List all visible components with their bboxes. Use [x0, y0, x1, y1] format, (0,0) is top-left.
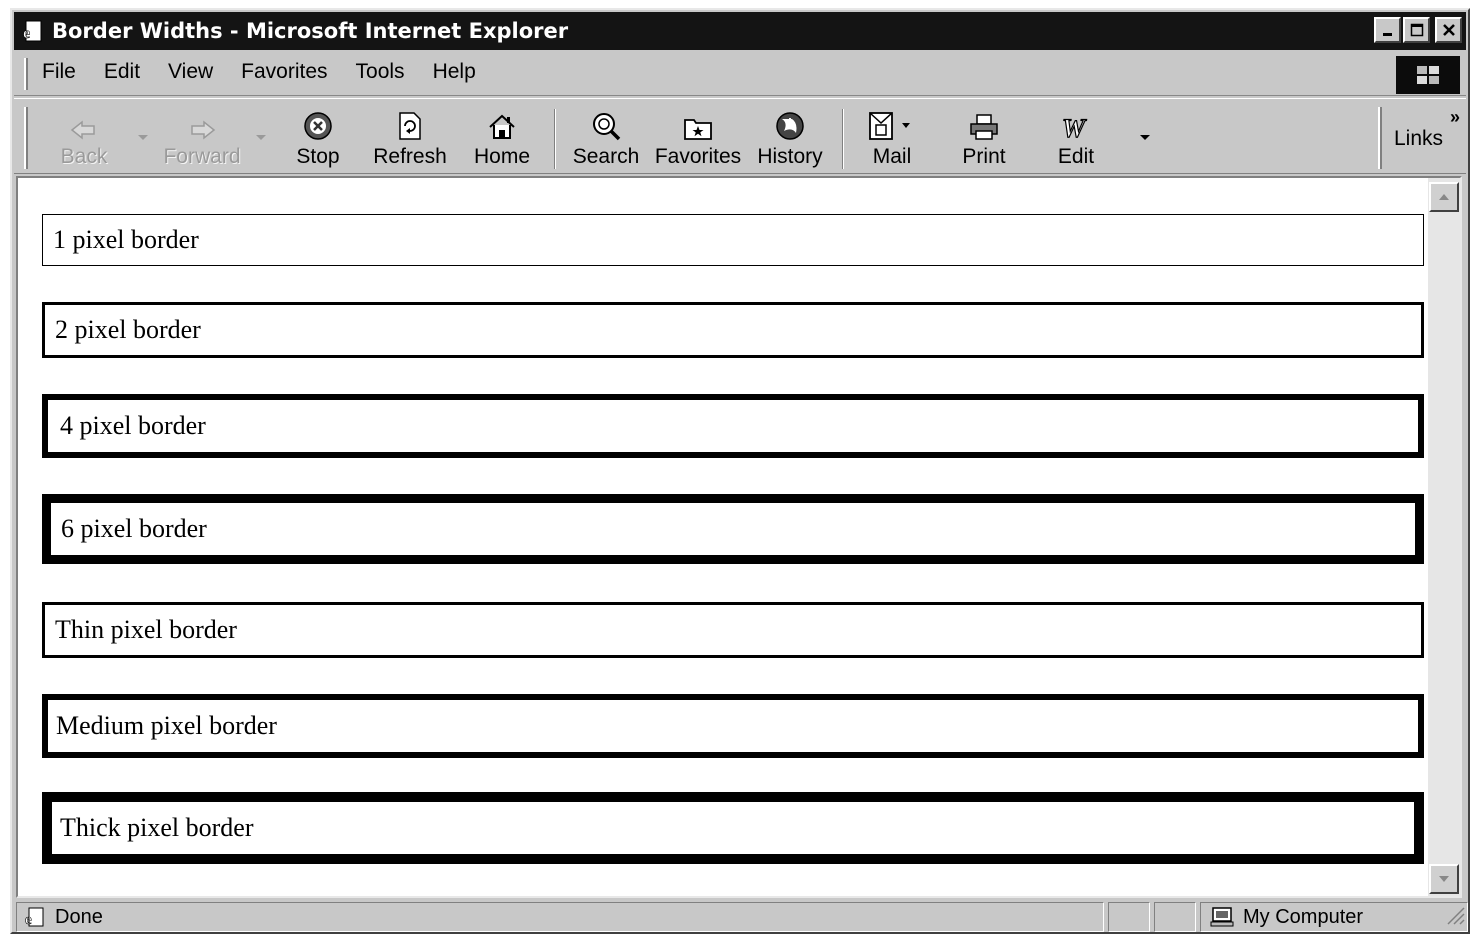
- svg-text:e: e: [23, 25, 30, 42]
- menu-help[interactable]: Help: [433, 60, 476, 84]
- word-edit-icon: W: [1060, 107, 1092, 141]
- back-arrow-icon: [70, 107, 98, 141]
- ie-page-icon: e: [23, 906, 47, 928]
- refresh-button[interactable]: Refresh: [366, 107, 454, 171]
- status-bar: e Done My Computer: [14, 900, 1468, 932]
- back-dropdown-icon[interactable]: [138, 135, 148, 140]
- windows-logo-icon: [1396, 56, 1460, 94]
- border-box-2px: 2 pixel border: [42, 302, 1424, 358]
- forward-arrow-icon: [188, 107, 216, 141]
- status-panel-empty: [1154, 902, 1196, 932]
- chevron-more-icon[interactable]: »: [1450, 107, 1460, 128]
- home-icon: [488, 107, 516, 141]
- links-grip[interactable]: [1378, 107, 1382, 169]
- maximize-icon: [1410, 23, 1423, 37]
- scroll-down-button[interactable]: [1429, 864, 1459, 894]
- menu-file[interactable]: File: [42, 60, 76, 84]
- menu-bar: File Edit View Favorites Tools Help: [14, 52, 1466, 96]
- scroll-up-icon: [1439, 194, 1449, 200]
- border-box-6px: 6 pixel border: [42, 494, 1424, 564]
- maximize-button[interactable]: [1403, 17, 1430, 43]
- favorites-button[interactable]: Favorites: [654, 107, 742, 171]
- printer-icon: [968, 107, 1000, 141]
- stop-button[interactable]: Stop: [274, 107, 362, 171]
- search-button[interactable]: Search: [562, 107, 650, 171]
- title-bar: e Border Widths - Microsoft Internet Exp…: [14, 12, 1466, 50]
- standard-toolbar: Back Forward Stop Refresh Home Search Fa…: [14, 98, 1466, 174]
- box-label: 6 pixel border: [61, 514, 207, 543]
- page-content: 1 pixel border 2 pixel border 4 pixel bo…: [16, 176, 1462, 898]
- home-button[interactable]: Home: [458, 107, 546, 171]
- mail-icon: [868, 107, 916, 141]
- vertical-scrollbar[interactable]: [1428, 178, 1460, 896]
- minimize-icon: [1382, 33, 1392, 36]
- search-icon: [591, 107, 621, 141]
- computer-icon: [1209, 906, 1235, 928]
- favorites-folder-icon: [683, 107, 713, 141]
- refresh-icon: [397, 107, 423, 141]
- history-icon: [774, 107, 806, 141]
- history-button[interactable]: History: [746, 107, 834, 171]
- box-label: 1 pixel border: [53, 225, 199, 254]
- menu-view[interactable]: View: [168, 60, 213, 84]
- resize-grip-icon[interactable]: [1444, 904, 1466, 932]
- menu-favorites[interactable]: Favorites: [241, 60, 327, 84]
- scroll-up-button[interactable]: [1429, 182, 1459, 212]
- menu-edit[interactable]: Edit: [104, 60, 140, 84]
- back-button[interactable]: Back: [40, 107, 128, 171]
- border-box-4px: 4 pixel border: [42, 394, 1424, 458]
- window-title: Border Widths - Microsoft Internet Explo…: [52, 19, 569, 43]
- zone-text: My Computer: [1243, 905, 1364, 928]
- menu-grip[interactable]: [24, 58, 28, 90]
- border-box-thick: Thick pixel border: [42, 792, 1424, 864]
- forward-button[interactable]: Forward: [158, 107, 246, 171]
- box-label: 4 pixel border: [60, 411, 206, 440]
- links-label[interactable]: Links: [1394, 127, 1443, 151]
- box-label: Medium pixel border: [56, 711, 277, 740]
- scroll-down-icon: [1439, 876, 1449, 882]
- svg-text:W: W: [1062, 114, 1087, 141]
- close-button[interactable]: [1435, 17, 1462, 43]
- stop-icon: [303, 107, 333, 141]
- mail-button[interactable]: Mail: [848, 107, 936, 171]
- links-bar[interactable]: Links »: [1378, 99, 1466, 173]
- border-box-medium: Medium pixel border: [42, 694, 1424, 758]
- ie-page-icon: e: [20, 18, 46, 44]
- status-text: Done: [55, 905, 103, 928]
- browser-window: e Border Widths - Microsoft Internet Exp…: [10, 8, 1470, 934]
- status-panel-empty: [1108, 902, 1150, 932]
- toolbar-separator: [554, 109, 556, 169]
- box-label: Thin pixel border: [55, 615, 237, 644]
- edit-dropdown-icon[interactable]: [1140, 135, 1150, 140]
- minimize-button[interactable]: [1374, 17, 1401, 43]
- svg-text:e: e: [25, 912, 32, 928]
- menu-tools[interactable]: Tools: [356, 60, 405, 84]
- box-label: 2 pixel border: [55, 315, 201, 344]
- print-button[interactable]: Print: [940, 107, 1028, 171]
- border-box-thin: Thin pixel border: [42, 602, 1424, 658]
- edit-button[interactable]: W Edit: [1032, 107, 1120, 171]
- toolbar-grip[interactable]: [24, 107, 28, 169]
- forward-dropdown-icon[interactable]: [256, 135, 266, 140]
- border-box-1px: 1 pixel border: [42, 214, 1424, 266]
- box-label: Thick pixel border: [60, 813, 254, 842]
- close-icon: [1442, 24, 1455, 36]
- toolbar-separator: [842, 109, 844, 169]
- status-text-panel: e Done: [16, 902, 1104, 932]
- security-zone-panel: My Computer: [1200, 902, 1468, 932]
